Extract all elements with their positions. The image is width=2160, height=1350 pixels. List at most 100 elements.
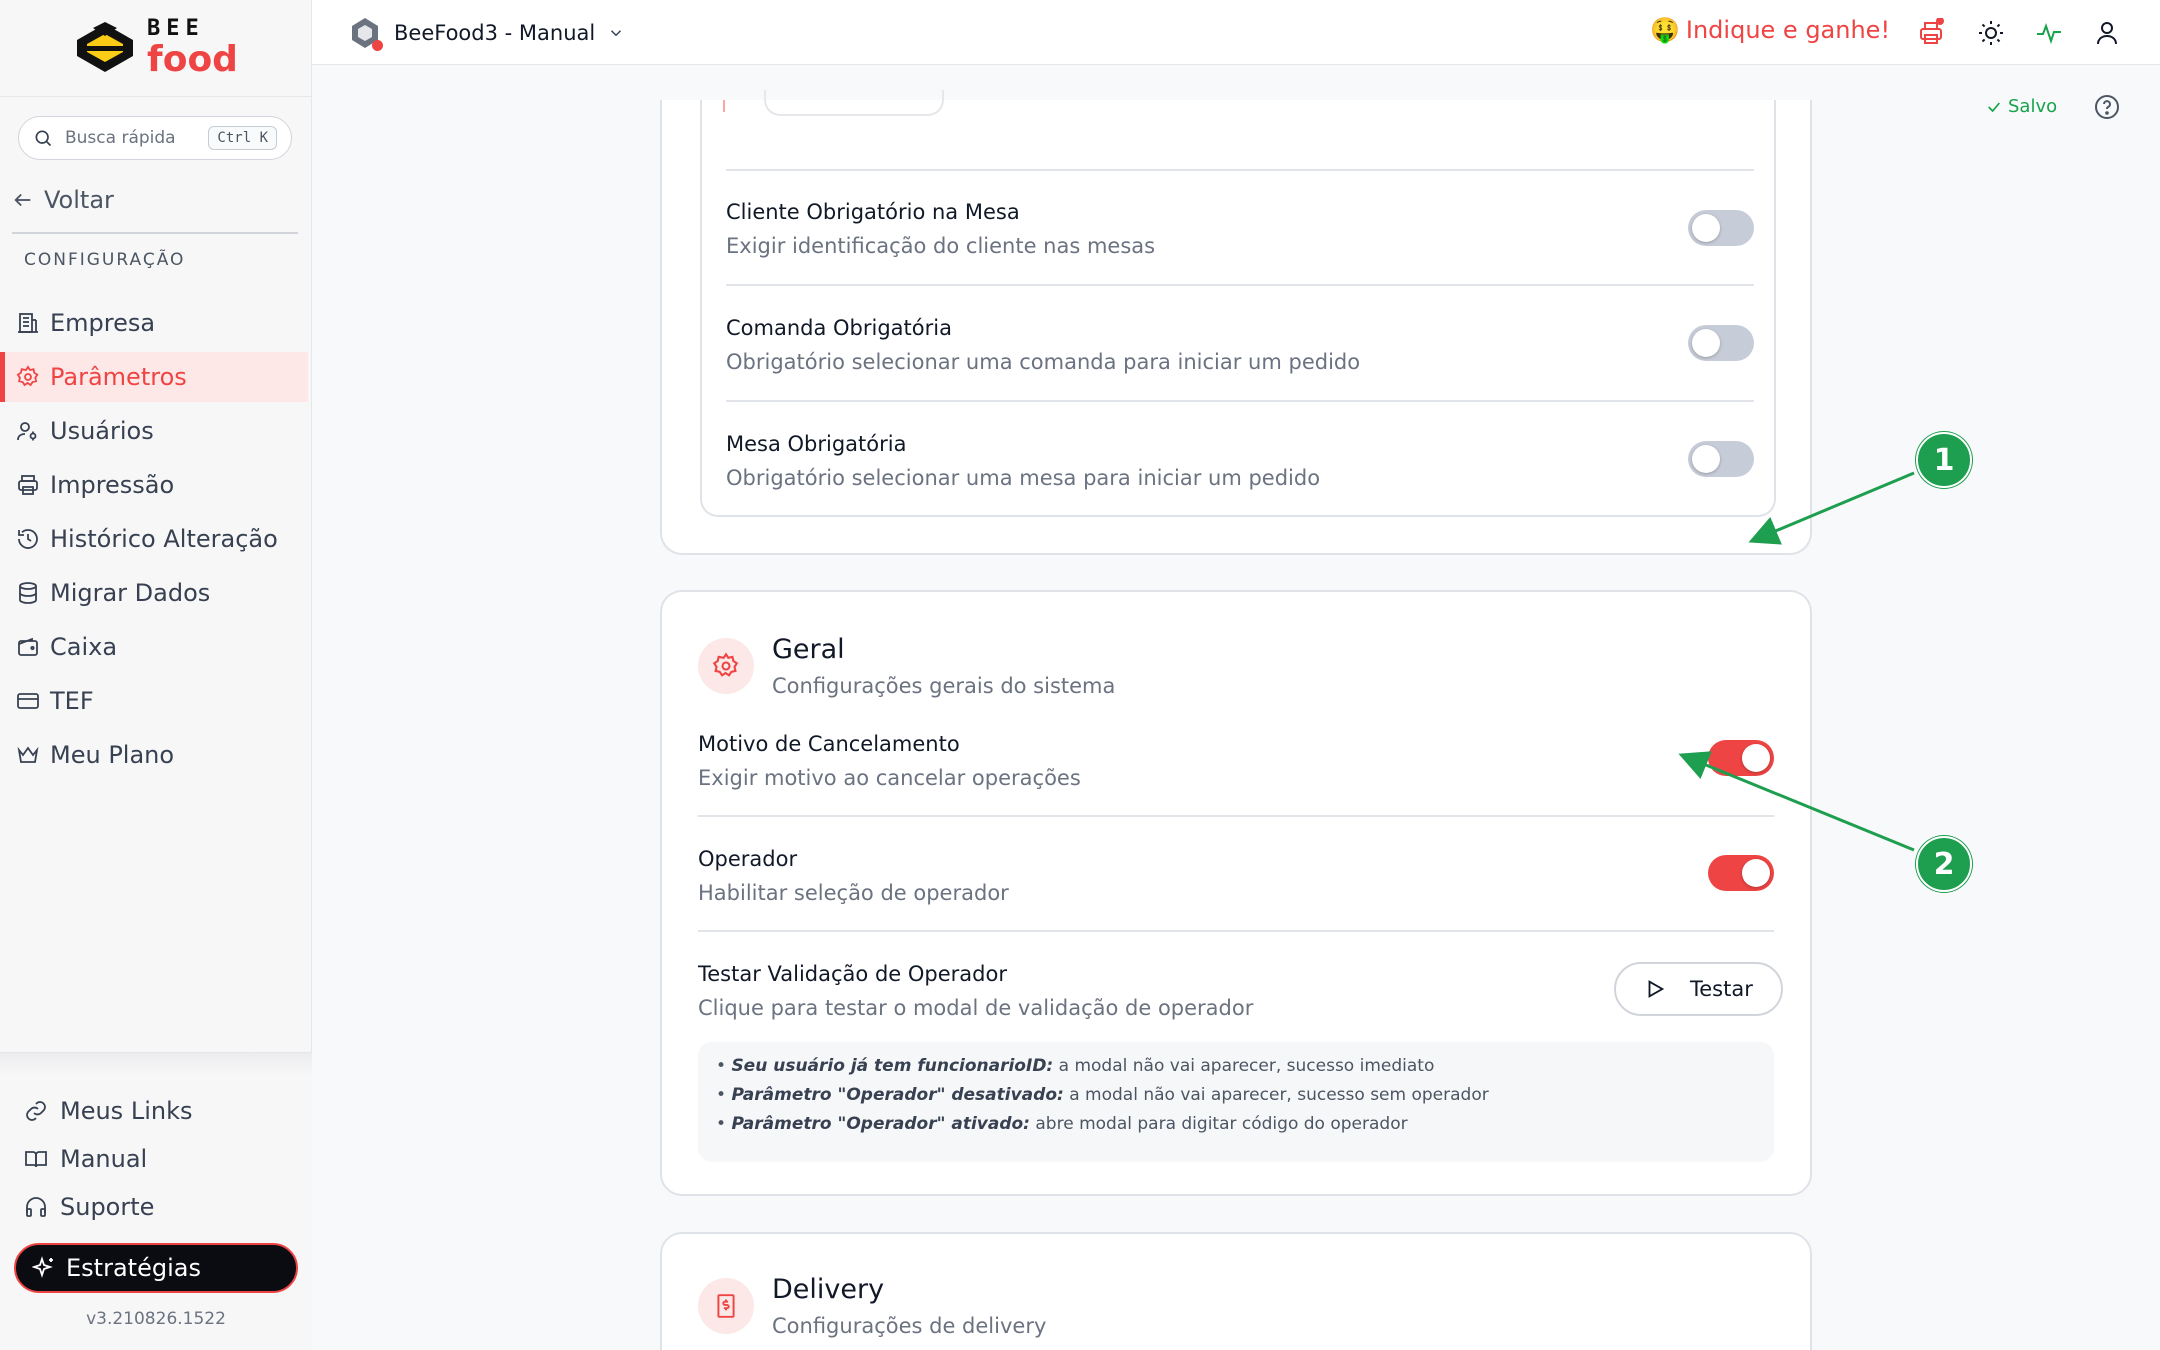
sidebar-item-meus-links[interactable]: Meus Links	[0, 1087, 312, 1135]
info-bold: Parâmetro "Operador" desativado:	[731, 1085, 1064, 1105]
sidebar-item-parametros[interactable]: Parâmetros	[0, 352, 308, 402]
sidebar-item-label: Migrar Dados	[50, 579, 211, 607]
gear-icon	[16, 365, 39, 387]
setting-row-testar-operador: Testar Validação de Operador Clique para…	[698, 962, 1598, 1020]
sidebar: BEE food Busca rápida Ctrl K Voltar CONF…	[0, 0, 312, 1350]
sidebar-item-tef[interactable]: TEF	[0, 676, 312, 726]
info-line: • Parâmetro "Operador" desativado: a mod…	[716, 1085, 1489, 1105]
delivery-settings-card: Delivery Configurações de delivery	[660, 1232, 1812, 1350]
setting-row-cliente-mesa: Cliente Obrigatório na Mesa Exigir ident…	[726, 200, 1754, 258]
money-face-icon: 🤑	[1650, 16, 1680, 44]
setting-desc: Exigir identificação do cliente nas mesa…	[726, 234, 1156, 258]
setting-desc: Obrigatório selecionar uma comanda para …	[726, 350, 1361, 374]
info-line: • Seu usuário já tem funcionarioID: a mo…	[716, 1056, 1435, 1076]
row-divider	[726, 169, 1754, 171]
section-title: CONFIGURAÇÃO	[24, 250, 186, 270]
app-version: v3.210826.1522	[86, 1309, 226, 1329]
back-link[interactable]: Voltar	[12, 186, 114, 214]
store-selector[interactable]: BeeFood3 - Manual	[348, 16, 625, 51]
quick-search[interactable]: Busca rápida Ctrl K	[18, 116, 292, 160]
setting-title: Motivo de Cancelamento	[698, 732, 960, 756]
check-icon	[1988, 101, 2000, 112]
app-title: BeeFood3 - Manual	[394, 21, 596, 45]
strategies-label: Estratégias	[66, 1254, 201, 1282]
logo-bee-text: BEE	[147, 16, 205, 41]
database-icon	[19, 582, 37, 604]
info-bold: Parâmetro "Operador" ativado:	[731, 1114, 1030, 1134]
setting-row-operador: Operador Habilitar seleção de operador	[698, 847, 1774, 905]
setting-desc: Obrigatório selecionar uma mesa para ini…	[726, 466, 1321, 490]
sidebar-item-caixa[interactable]: Caixa	[0, 622, 312, 672]
setting-desc: Habilitar seleção de operador	[698, 881, 1009, 905]
sidebar-item-label: Parâmetros	[50, 363, 187, 391]
annotation-marker-1: 1	[1916, 432, 1972, 488]
search-icon	[35, 130, 52, 147]
row-divider	[726, 400, 1754, 402]
wallet-icon	[18, 637, 38, 656]
sidebar-footer: Meus Links Manual Suporte Estratégias v3…	[0, 1052, 312, 1350]
info-text: abre modal para digitar código do operad…	[1029, 1114, 1408, 1134]
scrolled-marker	[723, 100, 725, 112]
toggle-operador[interactable]	[1708, 855, 1774, 891]
link-icon	[26, 1101, 46, 1121]
card-subtitle: Configurações de delivery	[772, 1314, 1047, 1338]
strategies-button[interactable]: Estratégias	[14, 1243, 298, 1293]
user-icon[interactable]	[2092, 18, 2122, 48]
row-divider	[698, 930, 1774, 932]
sidebar-item-historico[interactable]: Histórico Alteração	[0, 514, 312, 564]
arrow-left-icon	[14, 193, 31, 207]
credit-card-icon	[17, 693, 39, 709]
bee-logo-icon	[77, 22, 134, 72]
setting-title: Testar Validação de Operador	[698, 962, 1007, 986]
sidebar-item-label: Meus Links	[60, 1097, 193, 1125]
sidebar-item-suporte[interactable]: Suporte	[0, 1183, 312, 1231]
card-subtitle: Configurações gerais do sistema	[772, 674, 1116, 698]
test-operator-button[interactable]: Testar	[1614, 962, 1783, 1016]
toggle-cliente-mesa[interactable]	[1688, 210, 1754, 246]
delivery-receipt-icon	[717, 1294, 735, 1318]
toggle-comanda[interactable]	[1688, 325, 1754, 361]
setting-desc: Exigir motivo ao cancelar operações	[698, 766, 1081, 790]
back-label: Voltar	[44, 186, 114, 214]
test-button-label: Testar	[1690, 977, 1753, 1001]
sun-icon[interactable]	[1976, 18, 2006, 48]
setting-title: Operador	[698, 847, 798, 871]
crown-icon	[17, 746, 39, 763]
settings-nav: Empresa Parâmetros Usuários Impressão Hi…	[0, 298, 312, 784]
sidebar-item-usuarios[interactable]: Usuários	[0, 406, 312, 456]
card-title: Geral	[772, 634, 845, 665]
card-icon	[698, 1278, 754, 1334]
building-icon	[18, 313, 38, 333]
sidebar-item-label: Empresa	[50, 309, 156, 337]
sidebar-item-label: TEF	[50, 687, 94, 715]
general-settings-card: Geral Configurações gerais do sistema Mo…	[660, 590, 1812, 1196]
sidebar-item-manual[interactable]: Manual	[0, 1135, 312, 1183]
referral-link[interactable]: 🤑 Indique e ganhe!	[1650, 16, 1890, 44]
toggle-mesa[interactable]	[1688, 441, 1754, 477]
row-divider	[698, 815, 1774, 817]
sidebar-item-migrar-dados[interactable]: Migrar Dados	[0, 568, 312, 618]
user-gear-icon	[17, 422, 37, 441]
info-text: a modal não vai aparecer, sucesso imedia…	[1053, 1056, 1435, 1076]
card-icon	[698, 638, 754, 694]
sidebar-item-label: Suporte	[60, 1193, 155, 1221]
toggle-motivo-cancelamento[interactable]	[1708, 740, 1774, 776]
gear-icon	[712, 652, 739, 677]
setting-row-motivo-cancelamento: Motivo de Cancelamento Exigir motivo ao …	[698, 732, 1774, 790]
card-title: Delivery	[772, 1274, 885, 1305]
sidebar-item-empresa[interactable]: Empresa	[0, 298, 312, 348]
sidebar-item-meu-plano[interactable]: Meu Plano	[0, 730, 312, 780]
activity-icon[interactable]	[2034, 18, 2064, 48]
search-placeholder: Busca rápida	[65, 128, 176, 148]
play-icon	[1648, 980, 1665, 998]
sidebar-item-label: Meu Plano	[50, 741, 175, 769]
brand-logo[interactable]: BEE food	[0, 0, 311, 97]
setting-desc: Clique para testar o modal de validação …	[698, 996, 1254, 1020]
history-icon	[18, 529, 38, 549]
referral-label: Indique e ganhe!	[1685, 16, 1891, 44]
setting-row-mesa: Mesa Obrigatória Obrigatório selecionar …	[726, 432, 1754, 490]
chevron-down-icon	[611, 30, 622, 37]
printer-alert-icon[interactable]	[1916, 18, 1946, 48]
help-circle-icon[interactable]	[2094, 94, 2120, 120]
sidebar-item-impressao[interactable]: Impressão	[0, 460, 312, 510]
